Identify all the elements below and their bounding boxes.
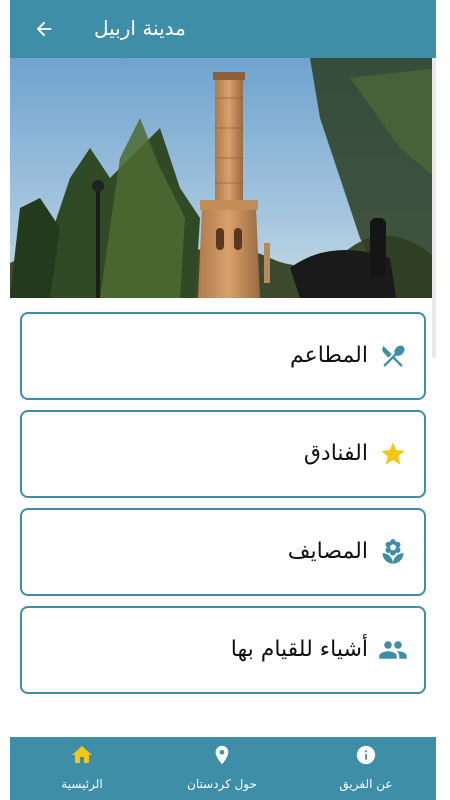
nav-label: الرئيسية (61, 777, 103, 791)
category-card-hotels[interactable]: الفنادق (20, 410, 426, 498)
category-card-resorts[interactable]: المصايف (20, 508, 426, 596)
arrow-back-icon (36, 21, 52, 37)
hero-image (10, 58, 436, 298)
info-icon (354, 743, 378, 767)
category-label: المطاعم (289, 343, 368, 368)
tulip-icon (378, 537, 408, 567)
nav-item-about-kurdistan[interactable]: حول كردستان (162, 737, 282, 800)
nav-label: عن الفريق (339, 777, 393, 791)
scroll-edge (432, 58, 436, 358)
app-bar: مدينة اربيل (10, 0, 436, 58)
category-label: المصايف (287, 539, 368, 564)
back-button[interactable] (30, 15, 58, 43)
category-label: أشياء للقيام بها (230, 637, 368, 662)
restaurant-icon (378, 341, 408, 371)
nav-item-about-team[interactable]: عن الفريق (306, 737, 426, 800)
people-icon (378, 635, 408, 665)
page-title: مدينة اربيل (94, 16, 186, 40)
minaret-photo (10, 58, 436, 298)
category-card-restaurants[interactable]: المطاعم (20, 312, 426, 400)
nav-label: حول كردستان (187, 777, 257, 791)
location-pin-icon (210, 743, 234, 767)
bottom-navigation: عن الفريق حول كردستان الرئيسية (10, 737, 436, 800)
category-label: الفنادق (303, 441, 368, 466)
category-card-things-to-do[interactable]: أشياء للقيام بها (20, 606, 426, 694)
star-icon (378, 439, 408, 469)
nav-item-home[interactable]: الرئيسية (22, 737, 142, 800)
home-icon (70, 743, 94, 767)
